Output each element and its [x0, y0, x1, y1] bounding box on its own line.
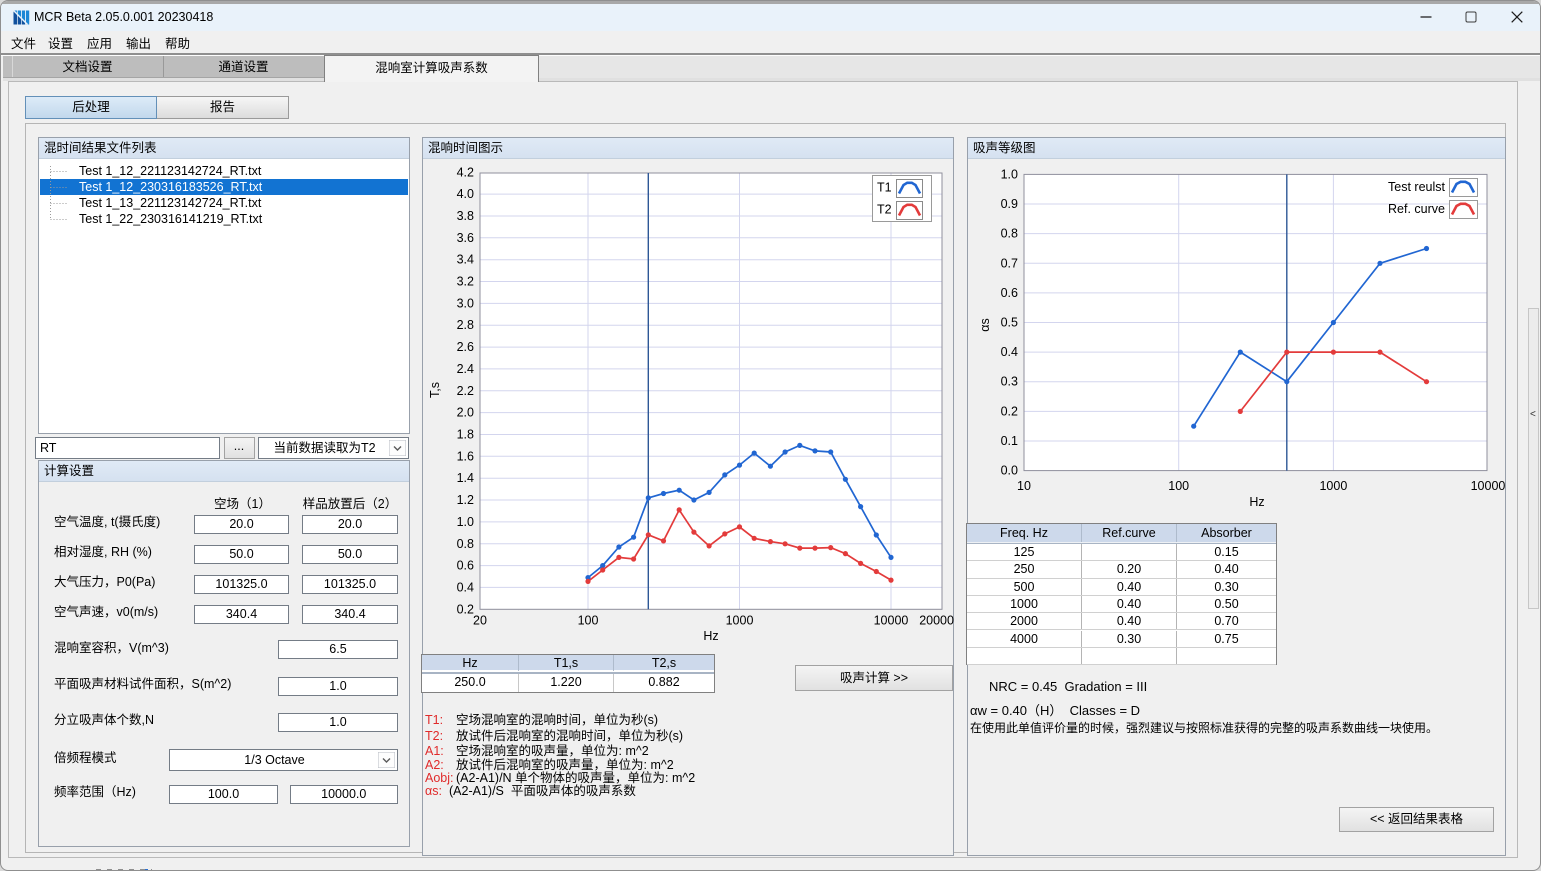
svg-text:2.8: 2.8 — [457, 318, 474, 332]
svg-text:Test reulst: Test reulst — [1388, 180, 1445, 194]
svg-text:3.6: 3.6 — [457, 231, 474, 245]
svg-text:T1: T1 — [877, 181, 892, 195]
svg-text:1.2: 1.2 — [457, 493, 474, 507]
svg-text:1000: 1000 — [1319, 479, 1347, 493]
svg-text:0.8: 0.8 — [1001, 227, 1018, 241]
svg-text:2.2: 2.2 — [457, 384, 474, 398]
svg-text:0.9: 0.9 — [1001, 197, 1018, 211]
svg-text:10000: 10000 — [874, 613, 909, 627]
svg-text:0.2: 0.2 — [457, 602, 474, 616]
svg-text:0.8: 0.8 — [457, 537, 474, 551]
svg-text:0.5: 0.5 — [1001, 316, 1018, 330]
svg-text:3.4: 3.4 — [457, 253, 474, 267]
svg-text:1.6: 1.6 — [457, 449, 474, 463]
svg-text:Hz: Hz — [1249, 495, 1264, 509]
svg-text:Ref. curve: Ref. curve — [1388, 202, 1445, 216]
svg-text:T2: T2 — [877, 203, 892, 217]
svg-text:αs: αs — [978, 318, 992, 331]
svg-text:0.6: 0.6 — [457, 559, 474, 573]
svg-text:2.0: 2.0 — [457, 406, 474, 420]
svg-text:1.8: 1.8 — [457, 428, 474, 442]
svg-text:20: 20 — [473, 613, 487, 627]
svg-text:0.6: 0.6 — [1001, 286, 1018, 300]
svg-text:0.2: 0.2 — [1001, 404, 1018, 418]
svg-text:3.8: 3.8 — [457, 209, 474, 223]
svg-text:0.4: 0.4 — [457, 580, 474, 594]
svg-text:0.7: 0.7 — [1001, 256, 1018, 270]
svg-text:3.0: 3.0 — [457, 296, 474, 310]
svg-text:4.2: 4.2 — [457, 165, 474, 179]
svg-text:1.0: 1.0 — [457, 515, 474, 529]
svg-text:4.0: 4.0 — [457, 187, 474, 201]
svg-text:10: 10 — [1017, 479, 1031, 493]
svg-text:0.4: 0.4 — [1001, 345, 1018, 359]
svg-text:20000: 20000 — [919, 613, 954, 627]
svg-text:1.4: 1.4 — [457, 471, 474, 485]
svg-text:100: 100 — [1168, 479, 1189, 493]
svg-text:0.1: 0.1 — [1001, 434, 1018, 448]
svg-text:0.0: 0.0 — [1001, 464, 1018, 478]
svg-text:1.0: 1.0 — [1001, 167, 1018, 181]
svg-text:100: 100 — [578, 613, 599, 627]
svg-text:10000: 10000 — [1471, 479, 1506, 493]
svg-text:3.2: 3.2 — [457, 275, 474, 289]
svg-text:1000: 1000 — [726, 613, 754, 627]
svg-text:0.3: 0.3 — [1001, 375, 1018, 389]
svg-text:2.4: 2.4 — [457, 362, 474, 376]
svg-text:Hz: Hz — [703, 629, 718, 643]
svg-text:T,s: T,s — [428, 382, 442, 398]
svg-text:2.6: 2.6 — [457, 340, 474, 354]
